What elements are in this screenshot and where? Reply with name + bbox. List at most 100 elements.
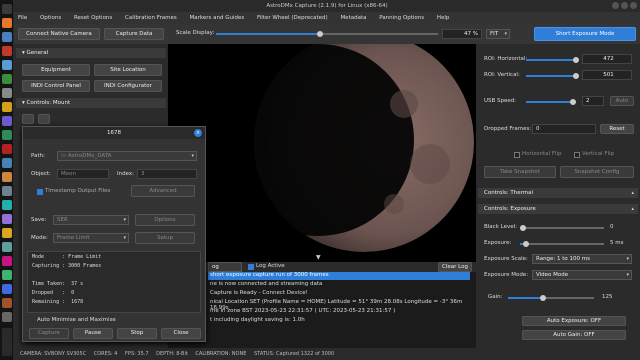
- usb-auto-button[interactable]: Auto: [610, 96, 634, 106]
- pause-button[interactable]: Pause: [73, 328, 113, 339]
- maximize-icon[interactable]: [621, 2, 628, 9]
- black-level-slider[interactable]: [520, 225, 604, 231]
- equipment-button[interactable]: Equipment: [22, 64, 90, 76]
- timestamp-checkbox[interactable]: [37, 189, 43, 195]
- astro-icon[interactable]: [2, 130, 12, 140]
- menu-help[interactable]: Help: [437, 15, 450, 21]
- auto-minimise-label[interactable]: Auto Minimise and Maximise: [37, 317, 116, 323]
- chevron-up-icon: ▴: [631, 206, 634, 212]
- moon-image: [168, 44, 476, 262]
- mount-arrow-icon[interactable]: [22, 114, 34, 124]
- object-field[interactable]: Moon: [57, 169, 109, 179]
- log-combo[interactable]: og: [208, 262, 242, 272]
- close-icon[interactable]: [630, 2, 637, 9]
- app-icon[interactable]: [2, 214, 12, 224]
- camera-icon[interactable]: [2, 144, 12, 154]
- advanced-button[interactable]: Advanced: [131, 185, 195, 197]
- vertical-flip-checkbox[interactable]: [574, 152, 580, 158]
- app-icon[interactable]: [2, 256, 12, 266]
- black-level-label: Black Level:: [484, 224, 517, 230]
- index-field[interactable]: 3: [137, 169, 197, 179]
- media-icon[interactable]: [2, 116, 12, 126]
- exposure-slider[interactable]: [520, 241, 604, 247]
- notes-icon[interactable]: [2, 102, 12, 112]
- fit-combo[interactable]: FIT ▾: [486, 29, 510, 39]
- stop-button[interactable]: Stop: [117, 328, 157, 339]
- collapse-down-icon[interactable]: ▼: [316, 254, 321, 261]
- indi-control-panel-button[interactable]: INDI Control Panel: [22, 80, 90, 92]
- mount-section-header[interactable]: ▾ Controls: Mount: [16, 98, 166, 108]
- short-exposure-mode-button[interactable]: Short Exposure Mode: [534, 27, 636, 41]
- capture-button[interactable]: Capture: [29, 328, 69, 339]
- menu-calibration-frames[interactable]: Calibration Frames: [125, 15, 177, 21]
- path-combo[interactable]: ▭ AstroDMx_DATA ▾: [57, 151, 197, 161]
- options-button[interactable]: Options: [135, 214, 195, 226]
- menu-options[interactable]: Options: [40, 15, 61, 21]
- mode-combo[interactable]: Frame Limit ▾: [53, 233, 129, 243]
- app-icon[interactable]: [2, 158, 12, 168]
- capture-data-button[interactable]: Capture Data: [104, 28, 164, 40]
- exposure-section-header[interactable]: Controls: Exposure ▴: [478, 204, 638, 214]
- gain-slider[interactable]: [508, 295, 594, 301]
- reset-dropped-button[interactable]: Reset: [600, 124, 634, 134]
- mail-icon[interactable]: [2, 60, 12, 70]
- log-active-checkbox[interactable]: [248, 264, 254, 270]
- save-format-combo[interactable]: SER ▾: [53, 215, 129, 225]
- menu-file[interactable]: File: [18, 15, 27, 21]
- app-icon[interactable]: [2, 200, 12, 210]
- log-area[interactable]: short exposure capture run of 3000 frame…: [168, 272, 476, 348]
- dialog-title: 1678: [107, 130, 121, 136]
- menu-panning-options[interactable]: Panning Options: [379, 15, 424, 21]
- thermal-section-header[interactable]: Controls: Thermal ▴: [478, 188, 638, 198]
- files-icon[interactable]: [2, 32, 12, 42]
- status-cores: CORES: 4: [93, 351, 118, 357]
- scale-display-label: Scale Display:: [176, 30, 215, 36]
- site-location-button[interactable]: Site Location: [94, 64, 162, 76]
- terminal-icon[interactable]: [2, 74, 12, 84]
- capture-status-box: Mode : Frame Limit Capturing : 3000 Fram…: [27, 251, 201, 313]
- menu-markers-guides[interactable]: Markers and Guides: [189, 15, 244, 21]
- app-icon[interactable]: [2, 270, 12, 280]
- roi-horizontal-field[interactable]: 472: [582, 54, 632, 64]
- close-button[interactable]: Close: [161, 328, 201, 339]
- roi-vertical-slider[interactable]: [526, 73, 579, 79]
- scale-value-field[interactable]: 47 %: [442, 29, 482, 39]
- exposure-mode-combo[interactable]: Video Mode ▾: [532, 270, 632, 280]
- app-icon[interactable]: [2, 186, 12, 196]
- clear-log-button[interactable]: Clear Log: [438, 262, 472, 272]
- usb-speed-field[interactable]: 2: [582, 96, 604, 106]
- menu-metadata[interactable]: Metadata: [340, 15, 366, 21]
- connect-camera-button[interactable]: Connect Native Camera: [18, 28, 100, 40]
- scale-display-slider[interactable]: [216, 31, 438, 37]
- menu-icon[interactable]: [2, 4, 12, 14]
- take-snapshot-button[interactable]: Take Snapshot: [484, 166, 556, 178]
- menu-filter-wheel[interactable]: Filter Wheel (Deprecated): [257, 15, 328, 21]
- usb-speed-slider[interactable]: [526, 99, 576, 105]
- minimize-icon[interactable]: [612, 2, 619, 9]
- app-icon[interactable]: [2, 172, 12, 182]
- snapshot-config-button[interactable]: Snapshot Config: [560, 166, 634, 178]
- exposure-scale-combo[interactable]: Range: 1 to 100 ms ▾: [532, 254, 632, 264]
- folder-icon: ▭: [61, 153, 68, 159]
- menu-reset-options[interactable]: Reset Options: [74, 15, 112, 21]
- indi-configurator-button[interactable]: INDI Configurator: [94, 80, 162, 92]
- app-icon[interactable]: [2, 242, 12, 252]
- setup-button[interactable]: Setup: [135, 232, 195, 244]
- auto-exposure-button[interactable]: Auto Exposure: OFF: [522, 316, 626, 326]
- log-line: short exposure capture run of 3000 frame…: [210, 272, 329, 278]
- general-section-header[interactable]: ▾ General: [16, 48, 166, 58]
- browser-icon[interactable]: [2, 46, 12, 56]
- app-icon[interactable]: [2, 298, 12, 308]
- auto-gain-button[interactable]: Auto Gain: OFF: [522, 330, 626, 340]
- dialog-close-icon[interactable]: ×: [194, 129, 202, 137]
- horizontal-flip-checkbox[interactable]: [514, 152, 520, 158]
- settings-icon[interactable]: [2, 88, 12, 98]
- roi-horizontal-slider[interactable]: [526, 57, 579, 63]
- app-icon[interactable]: [2, 228, 12, 238]
- roi-vertical-field[interactable]: 501: [582, 70, 632, 80]
- app-icon[interactable]: [2, 284, 12, 294]
- image-viewport[interactable]: ▼: [168, 44, 476, 262]
- app-launcher-icon[interactable]: [2, 18, 12, 28]
- app-icon[interactable]: [2, 312, 12, 322]
- mount-arrow-icon[interactable]: [38, 114, 50, 124]
